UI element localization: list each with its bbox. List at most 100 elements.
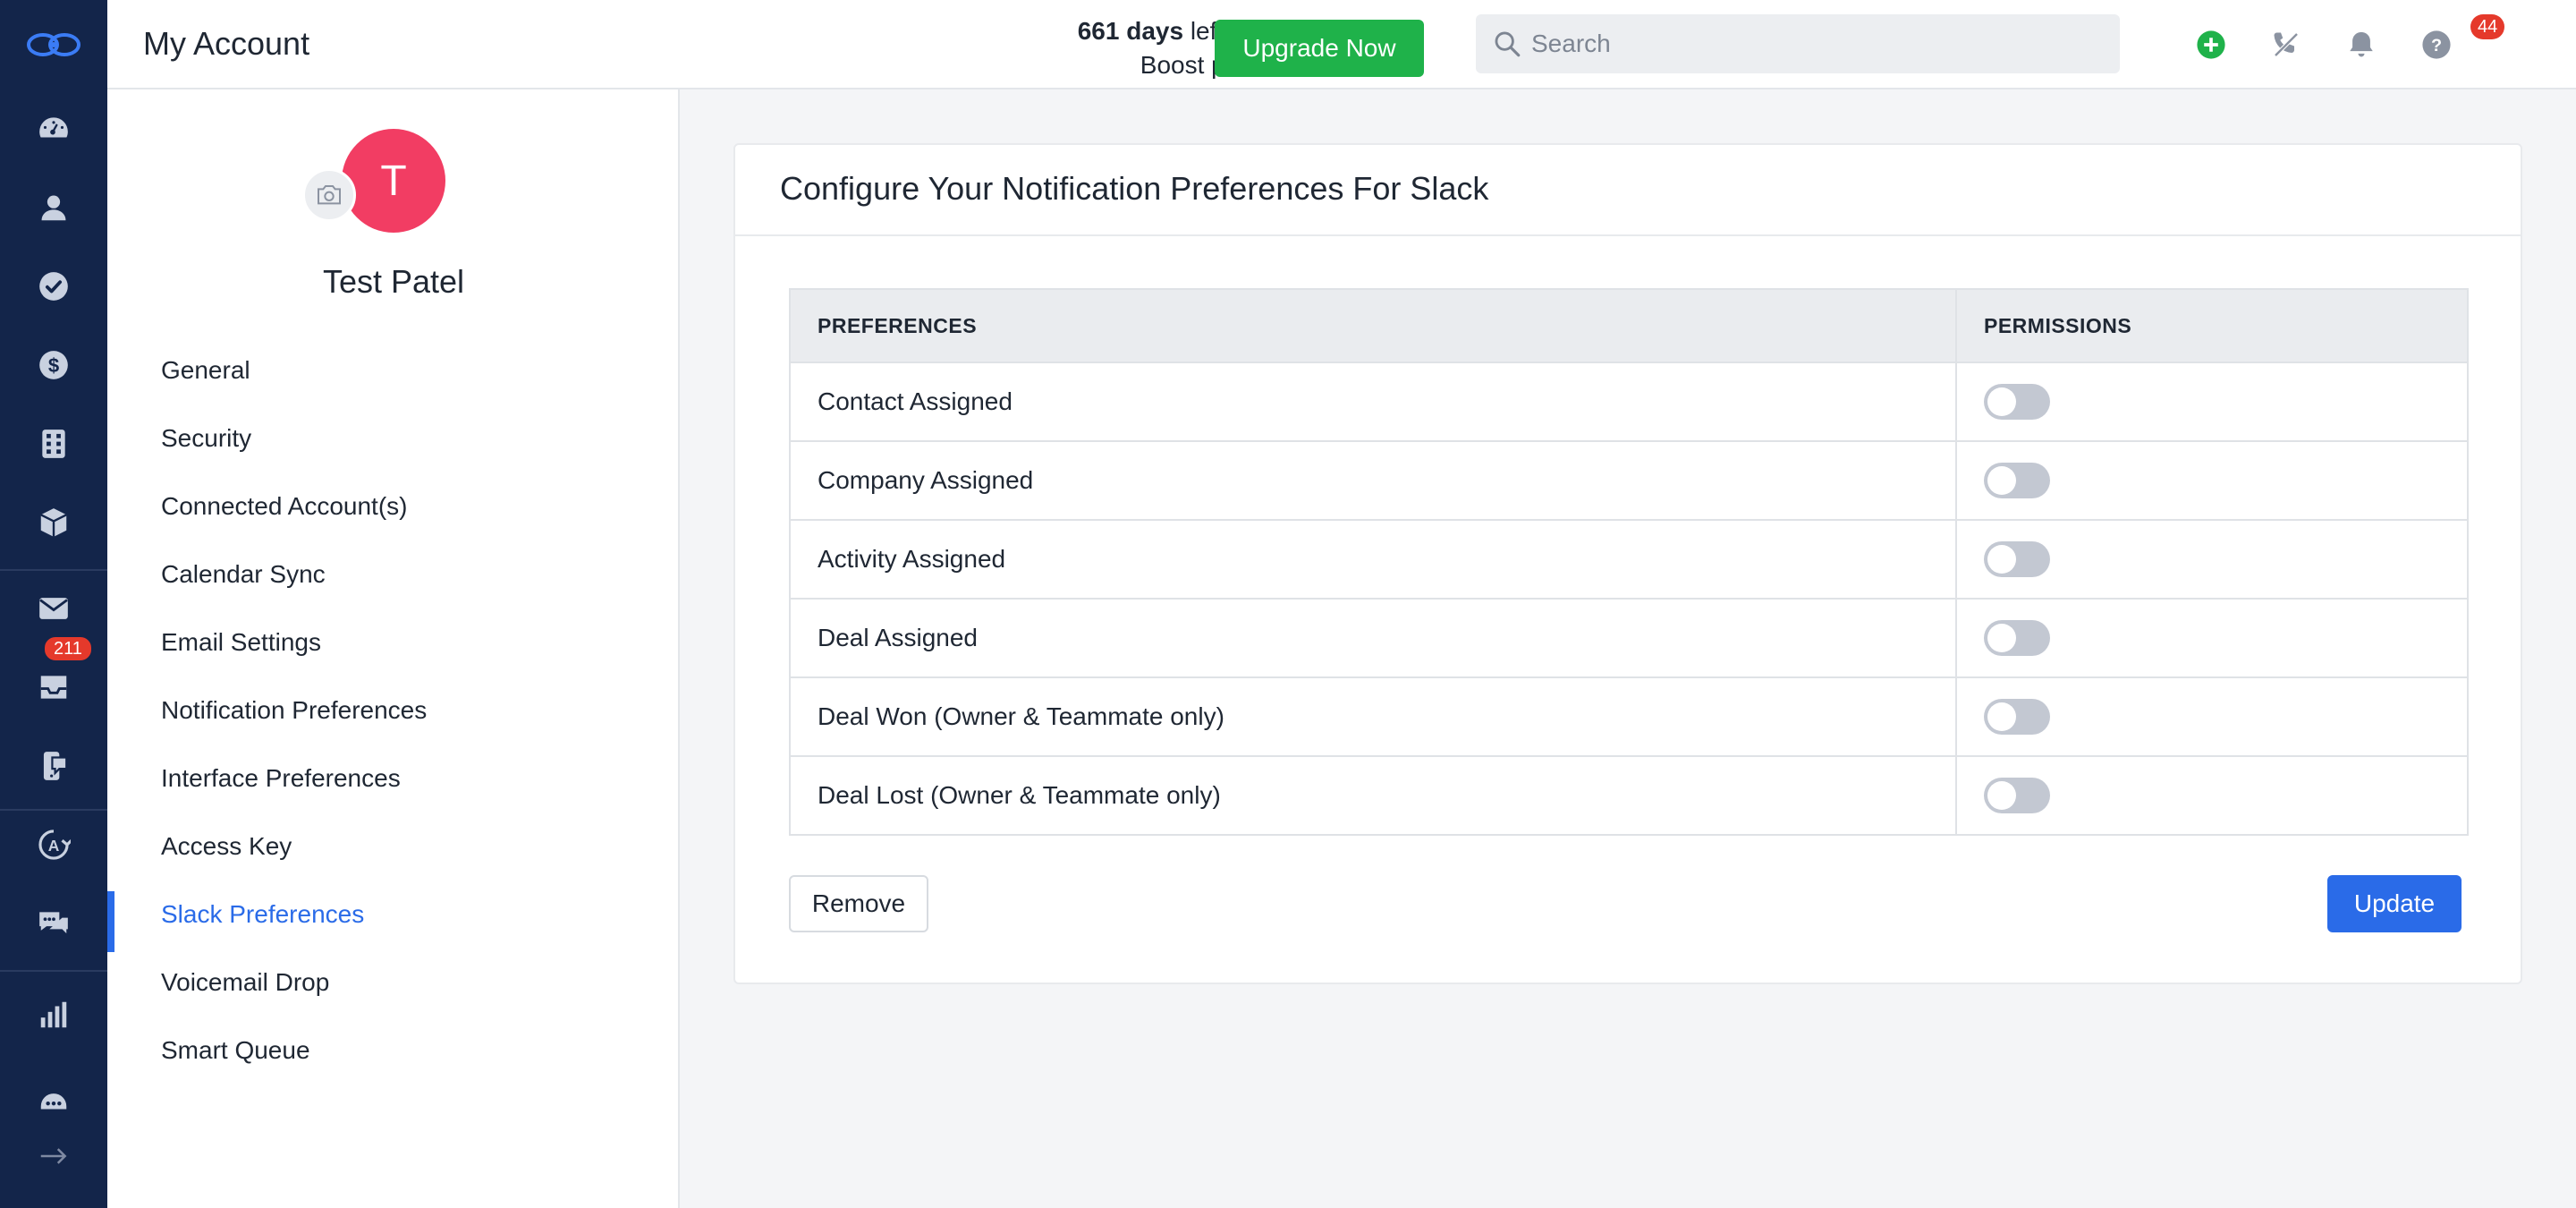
rail-phone-chat[interactable] xyxy=(0,727,107,805)
reports-icon xyxy=(40,1001,67,1028)
preference-label: Deal Assigned xyxy=(789,598,1957,678)
menu-item-connected-accounts[interactable]: Connected Account(s) xyxy=(107,472,680,540)
table-header-row: PREFERENCES PERMISSIONS xyxy=(789,288,2469,363)
help-button[interactable]: ? xyxy=(2417,25,2456,64)
svg-text:?: ? xyxy=(2431,36,2442,55)
messages-icon xyxy=(39,912,68,934)
preference-label: Deal Lost (Owner & Teammate only) xyxy=(789,755,1957,836)
notifications-button[interactable] xyxy=(2342,25,2381,64)
slack-preferences-card: Configure Your Notification Preferences … xyxy=(733,143,2522,984)
preference-label: Deal Won (Owner & Teammate only) xyxy=(789,676,1957,757)
column-header-permissions: PERMISSIONS xyxy=(1955,288,2469,363)
table-row: Company Assigned xyxy=(789,440,2469,521)
menu-item-general[interactable]: General xyxy=(107,336,680,404)
rail-expand[interactable] xyxy=(0,1117,107,1195)
help-icon: ? xyxy=(2422,30,2451,59)
rail-products[interactable] xyxy=(0,483,107,562)
products-icon xyxy=(40,508,67,537)
permission-cell xyxy=(1955,519,2469,600)
page-title: My Account xyxy=(143,25,310,62)
chatbot-icon xyxy=(40,1093,67,1110)
notification-badge: 44 xyxy=(2470,14,2505,39)
menu-item-security[interactable]: Security xyxy=(107,404,680,472)
dashboard-icon xyxy=(39,117,68,138)
mail-icon xyxy=(39,598,68,619)
permission-cell xyxy=(1955,755,2469,836)
inbox-badge: 211 xyxy=(43,635,93,662)
permission-toggle[interactable] xyxy=(1984,620,2050,656)
preference-label: Contact Assigned xyxy=(789,362,1957,442)
column-header-preferences: PREFERENCES xyxy=(789,288,1957,363)
menu-item-email-settings[interactable]: Email Settings xyxy=(107,608,680,676)
automation-icon: A xyxy=(38,829,71,860)
table-row: Contact Assigned xyxy=(789,362,2469,442)
settings-menu: General Security Connected Account(s) Ca… xyxy=(107,336,680,1085)
tasks-icon xyxy=(39,272,68,301)
profile-name: Test Patel xyxy=(322,263,465,300)
menu-item-smart-queue[interactable]: Smart Queue xyxy=(107,1017,680,1085)
phone-slash-icon xyxy=(2272,30,2301,59)
profile-avatar: T xyxy=(342,129,445,233)
preference-label: Activity Assigned xyxy=(789,519,1957,600)
search-box[interactable] xyxy=(1476,14,2120,73)
svg-text:$: $ xyxy=(48,354,60,377)
permission-toggle[interactable] xyxy=(1984,384,2050,420)
menu-item-calendar-sync[interactable]: Calendar Sync xyxy=(107,540,680,608)
plus-circle-icon xyxy=(2197,30,2225,59)
camera-icon xyxy=(318,185,341,205)
menu-item-access-key[interactable]: Access Key xyxy=(107,812,680,880)
change-photo-button[interactable] xyxy=(302,168,356,222)
search-input[interactable] xyxy=(1531,14,2104,73)
table-row: Activity Assigned xyxy=(789,519,2469,600)
update-button[interactable]: Update xyxy=(2327,875,2462,932)
settings-sidebar: T Test Patel General Security Connected … xyxy=(107,89,680,1208)
permission-toggle[interactable] xyxy=(1984,699,2050,735)
card-title: Configure Your Notification Preferences … xyxy=(780,170,1489,207)
expand-arrow-icon xyxy=(40,1148,67,1164)
inbox-icon xyxy=(40,676,67,699)
app-rail: $ 211 A xyxy=(0,0,107,1208)
table-row: Deal Lost (Owner & Teammate only) xyxy=(789,755,2469,836)
rail-dashboard[interactable] xyxy=(0,89,107,168)
menu-item-interface-preferences[interactable]: Interface Preferences xyxy=(107,744,680,812)
permission-toggle[interactable] xyxy=(1984,541,2050,577)
rail-calculator[interactable] xyxy=(0,404,107,483)
rail-divider xyxy=(0,970,107,972)
logo-icon xyxy=(27,33,80,56)
trial-days: 661 days xyxy=(1077,17,1184,45)
add-button[interactable] xyxy=(2191,25,2231,64)
top-header: My Account 661 days left in your Boost p… xyxy=(107,0,2576,89)
rail-contacts[interactable] xyxy=(0,168,107,247)
contacts-icon xyxy=(41,195,66,221)
rail-messages[interactable] xyxy=(0,884,107,963)
rail-automation[interactable]: A xyxy=(0,805,107,884)
rail-inbox[interactable]: 211 xyxy=(0,635,107,727)
calculator-icon xyxy=(42,430,65,458)
svg-text:A: A xyxy=(48,837,60,855)
bell-icon xyxy=(2350,31,2373,57)
rail-deals[interactable]: $ xyxy=(0,326,107,404)
search-icon xyxy=(1495,31,1521,57)
permission-cell xyxy=(1955,440,2469,521)
rail-reports[interactable] xyxy=(0,975,107,1054)
deals-icon: $ xyxy=(39,351,68,379)
permission-cell xyxy=(1955,676,2469,757)
dialer-button[interactable] xyxy=(2267,25,2306,64)
preferences-table: PREFERENCES PERMISSIONS Contact Assigned… xyxy=(789,288,2469,836)
menu-item-slack-preferences[interactable]: Slack Preferences xyxy=(107,880,680,952)
permission-cell xyxy=(1955,598,2469,678)
table-row: Deal Assigned xyxy=(789,598,2469,678)
remove-button[interactable]: Remove xyxy=(789,875,928,932)
preference-label: Company Assigned xyxy=(789,440,1957,521)
upgrade-now-button[interactable]: Upgrade Now xyxy=(1215,20,1424,77)
rail-tasks[interactable] xyxy=(0,247,107,326)
menu-item-voicemail-drop[interactable]: Voicemail Drop xyxy=(107,949,680,1017)
phone-chat-icon xyxy=(43,752,68,780)
card-divider xyxy=(735,234,2521,236)
permission-toggle[interactable] xyxy=(1984,778,2050,813)
permission-cell xyxy=(1955,362,2469,442)
permission-toggle[interactable] xyxy=(1984,463,2050,498)
menu-item-notification-preferences[interactable]: Notification Preferences xyxy=(107,676,680,744)
table-row: Deal Won (Owner & Teammate only) xyxy=(789,676,2469,757)
app-logo[interactable] xyxy=(0,13,107,77)
